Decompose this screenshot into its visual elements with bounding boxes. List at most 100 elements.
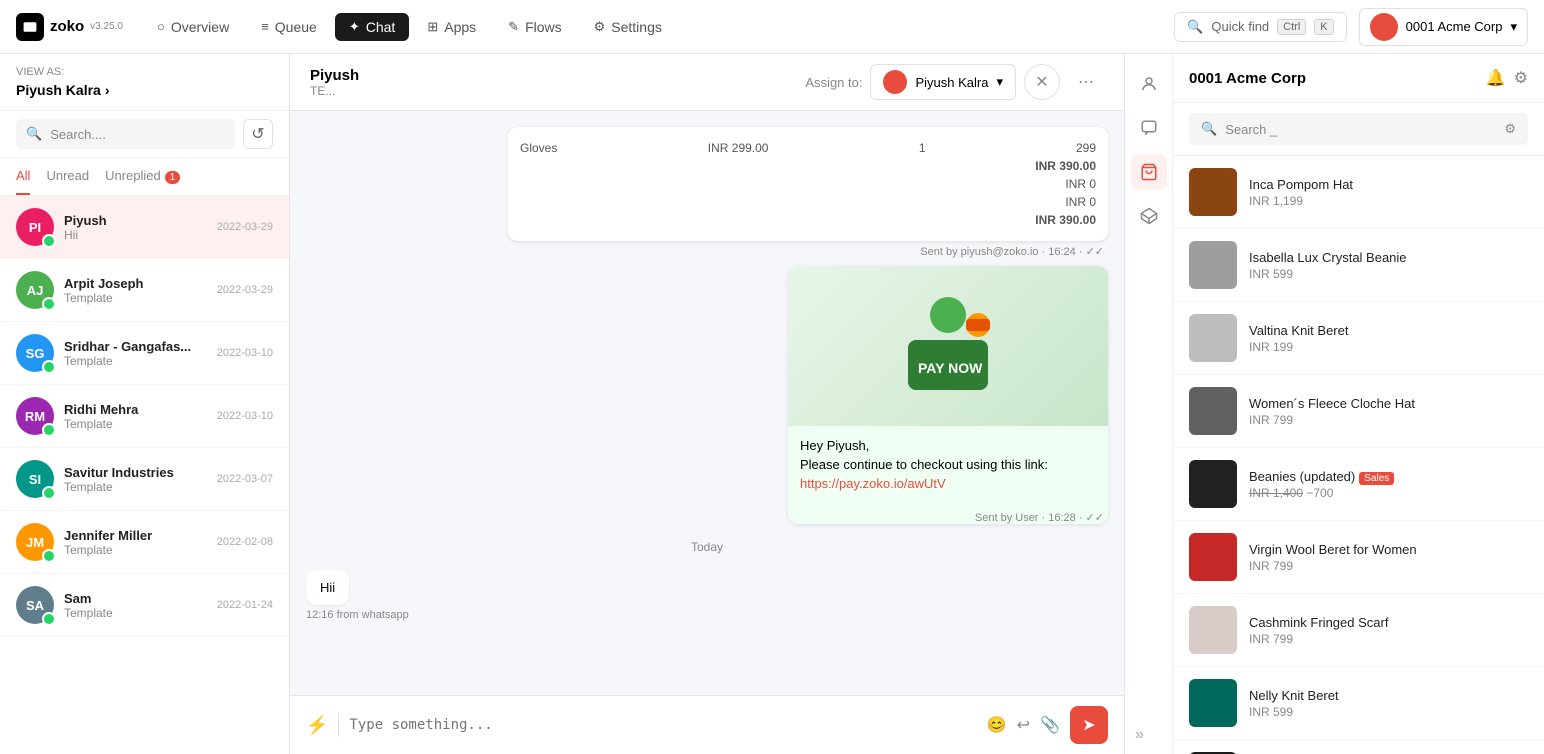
chat-input-bar: ⚡ 😊 ↩ 📎 ➤ (290, 695, 1124, 754)
chat-avatar: SI (16, 460, 54, 498)
product-item-p2[interactable]: Isabella Lux Crystal Beanie INR 599 (1173, 229, 1544, 302)
reply-icon[interactable]: ↩ (1017, 715, 1030, 735)
chat-name: Arpit Joseph (64, 276, 207, 291)
nav-item-flows[interactable]: ✎ Flows (494, 13, 575, 41)
whatsapp-badge (42, 234, 56, 248)
chat-date: 2022-03-10 (217, 347, 273, 359)
sale-badge: Sales (1359, 472, 1394, 485)
right-content: 0001 Acme Corp 🔔 ⚙ 🔍 Search _ ⚙ Inca Pom… (1173, 54, 1544, 754)
chat-info: Sridhar - Gangafas... Template (64, 339, 207, 368)
product-info: Inca Pompom Hat INR 1,199 (1249, 177, 1353, 208)
emoji-icon[interactable]: 😊 (987, 715, 1007, 735)
chat-item-sridhar[interactable]: SG Sridhar - Gangafas... Template 2022-0… (0, 322, 289, 385)
filter-icon[interactable]: ⚙ (1504, 121, 1516, 137)
refresh-button[interactable]: ↺ (243, 119, 273, 149)
order-total-row: INR 390.00 (520, 211, 1096, 229)
nav-item-overview[interactable]: ○Overview (143, 13, 243, 41)
close-chat-button[interactable]: ✕ (1024, 64, 1060, 100)
product-item-p7[interactable]: Cashmink Fringed Scarf INR 799 (1173, 594, 1544, 667)
product-thumbnail (1189, 460, 1237, 508)
ai-button[interactable]: ⚡ (306, 715, 328, 736)
product-price: INR 599 (1249, 705, 1339, 719)
product-price: INR 1,199 (1249, 194, 1353, 208)
cube-icon-btn[interactable] (1131, 198, 1167, 234)
product-item-p4[interactable]: Women´s Fleece Cloche Hat INR 799 (1173, 375, 1544, 448)
tab-unreplied[interactable]: Unreplied1 (105, 158, 180, 195)
sent-meta-1: Sent by piyush@zoko.io · 16:24 · ✓✓ (920, 246, 1104, 258)
product-thumbnail (1189, 533, 1237, 581)
product-item-p9[interactable]: Keiko Android Flat Screen Smart TV INR 6… (1173, 740, 1544, 754)
product-thumbnail (1189, 679, 1237, 727)
nav-item-label: Flows (525, 19, 562, 35)
chat-name: Savitur Industries (64, 465, 207, 480)
product-item-p3[interactable]: Valtina Knit Beret INR 199 (1173, 302, 1544, 375)
chat-item-arpit[interactable]: AJ Arpit Joseph Template 2022-03-29 (0, 259, 289, 322)
product-info: Cashmink Fringed Scarf INR 799 (1249, 615, 1388, 646)
product-price: INR 799 (1249, 413, 1415, 427)
day-divider: Today (306, 540, 1108, 554)
nav-item-chat[interactable]: ✦Chat (335, 13, 409, 41)
right-panel: » 0001 Acme Corp 🔔 ⚙ 🔍 Search _ ⚙ (1124, 54, 1544, 754)
message-input[interactable] (349, 717, 976, 733)
product-item-p1[interactable]: Inca Pompom Hat INR 1,199 (1173, 156, 1544, 229)
attach-icon[interactable]: 📎 (1040, 715, 1060, 735)
chat-bubble-icon-btn[interactable] (1131, 110, 1167, 146)
product-price: INR 799 (1249, 632, 1388, 646)
product-item-p6[interactable]: Virgin Wool Beret for Women INR 799 (1173, 521, 1544, 594)
chat-avatar: JM (16, 523, 54, 561)
logo[interactable]: zoko v3.25.0 (16, 13, 123, 41)
chat-messages[interactable]: Gloves INR 299.00 1 299 INR 390.00 INR 0 (290, 111, 1124, 695)
nav-item-apps[interactable]: ⊞Apps (413, 13, 490, 41)
product-name: Valtina Knit Beret (1249, 323, 1348, 338)
product-item-p8[interactable]: Nelly Knit Beret INR 599 (1173, 667, 1544, 740)
sidebar-search-box[interactable]: 🔍 Search.... (16, 119, 235, 149)
chat-info: Piyush Hii (64, 213, 207, 242)
order-card: Gloves INR 299.00 1 299 INR 390.00 INR 0 (508, 127, 1108, 241)
tab-all[interactable]: All (16, 158, 30, 195)
tab-unread[interactable]: Unread (46, 158, 89, 195)
send-icon: ➤ (1082, 715, 1095, 735)
chat-item-piyush[interactable]: PI Piyush Hii 2022-03-29 (0, 196, 289, 259)
product-item-p5[interactable]: Beanies (updated)Sales INR 1,400 −700 (1173, 448, 1544, 521)
product-thumbnail (1189, 168, 1237, 216)
assignee-button[interactable]: Piyush Kalra ▾ (870, 64, 1016, 100)
pay-link[interactable]: https://pay.zoko.io/awUtV (800, 476, 1096, 491)
app-body: VIEW AS: Piyush Kalra › 🔍 Search.... ↺ A… (0, 54, 1544, 754)
account-button[interactable]: 0001 Acme Corp ▾ (1359, 8, 1528, 46)
item-total: 299 (1076, 141, 1096, 155)
shopping-bag-icon-btn[interactable] (1131, 154, 1167, 190)
chat-item-jennifer[interactable]: JM Jennifer Miller Template 2022-02-08 (0, 511, 289, 574)
filter-button[interactable]: ⚙ (1514, 68, 1528, 88)
nav-item-queue[interactable]: ≡Queue (247, 13, 331, 41)
input-divider (338, 713, 339, 737)
person-icon-btn[interactable] (1131, 66, 1167, 102)
nav-item-settings[interactable]: ⚙Settings (580, 13, 676, 41)
logo-version: v3.25.0 (90, 21, 123, 32)
nav-item-label: Overview (171, 19, 229, 35)
apps-icon: ⊞ (427, 19, 438, 35)
right-search-box[interactable]: 🔍 Search _ ⚙ (1189, 113, 1528, 145)
product-price: INR 199 (1249, 340, 1348, 354)
whatsapp-badge (42, 297, 56, 311)
send-button[interactable]: ➤ (1070, 706, 1108, 744)
chat-date: 2022-03-10 (217, 410, 273, 422)
quick-find-button[interactable]: 🔍 Quick find Ctrl K (1174, 12, 1346, 42)
product-name: Virgin Wool Beret for Women (1249, 542, 1417, 557)
product-thumbnail (1189, 387, 1237, 435)
chat-item-sam[interactable]: SA Sam Template 2022-01-24 (0, 574, 289, 637)
more-options-button[interactable]: ⋯ (1068, 64, 1104, 100)
chat-item-ridhi[interactable]: RM Ridhi Mehra Template 2022-03-10 (0, 385, 289, 448)
chat-preview: Template (64, 354, 207, 368)
search-icon: 🔍 (1187, 19, 1203, 35)
pay-illustration: PAY NOW (888, 285, 1008, 405)
user-select[interactable]: Piyush Kalra › (16, 82, 273, 98)
top-nav: zoko v3.25.0 ○Overview≡Queue✦Chat⊞Apps ✎ F… (0, 0, 1544, 54)
sidebar-header: VIEW AS: Piyush Kalra › (0, 54, 289, 111)
expand-panel-button[interactable]: » (1125, 716, 1154, 754)
notification-button[interactable]: 🔔 (1486, 68, 1506, 88)
pay-now-message: PAY NOW Hey Piyush, Please continue to c… (788, 266, 1108, 524)
assign-area: Assign to: Piyush Kalra ▾ ✕ ⋯ (805, 64, 1104, 100)
flows-icon: ✎ (508, 19, 519, 35)
chat-item-savitur[interactable]: SI Savitur Industries Template 2022-03-0… (0, 448, 289, 511)
nav-right: 🔍 Quick find Ctrl K 0001 Acme Corp ▾ (1174, 8, 1528, 46)
